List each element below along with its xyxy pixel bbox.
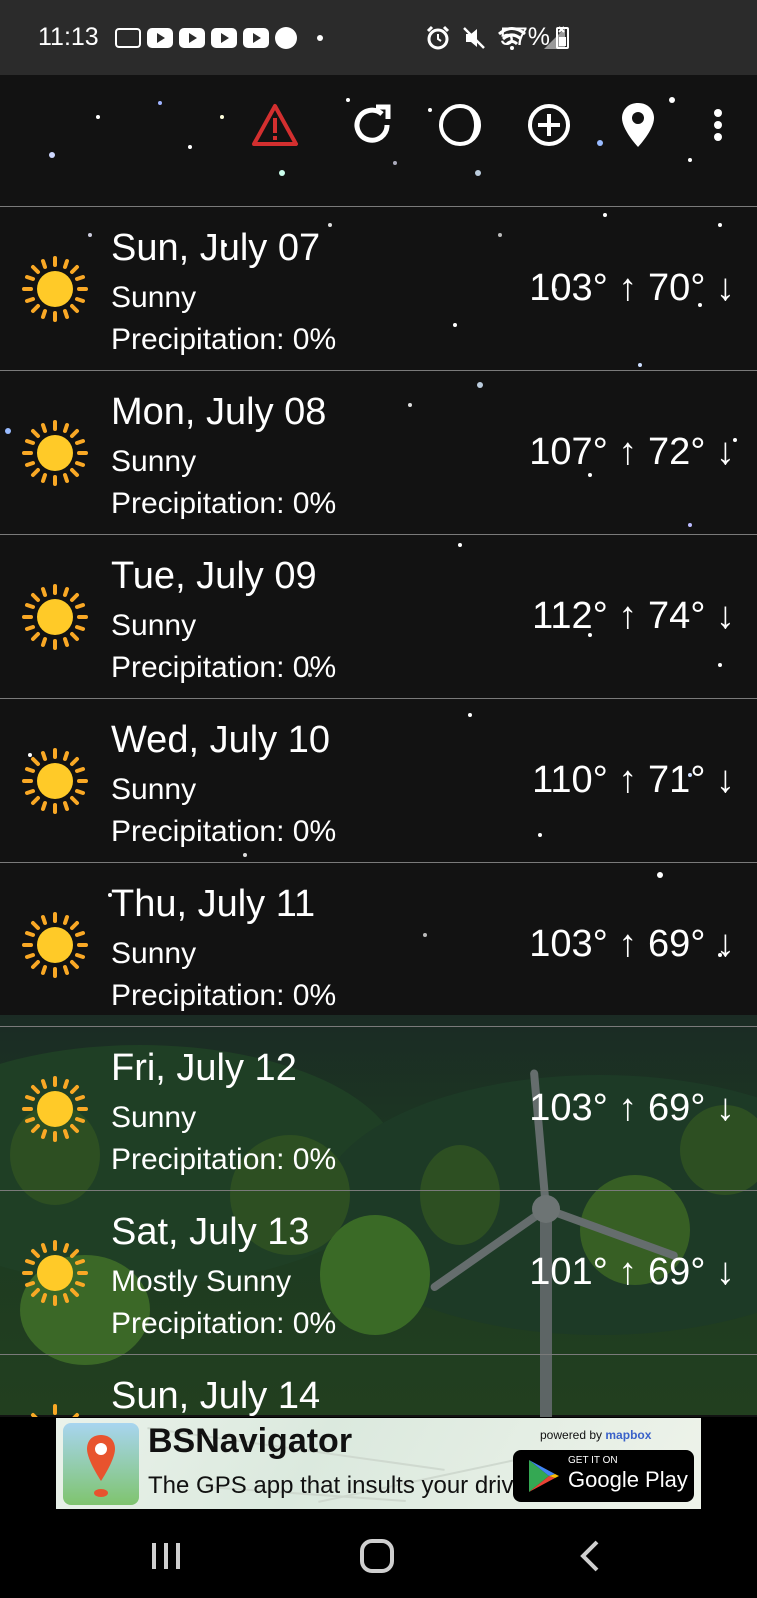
sunny-icon xyxy=(22,420,88,486)
moon-icon xyxy=(439,104,481,146)
battery-indicator: 57% xyxy=(500,23,570,52)
sunny-icon xyxy=(22,748,88,814)
sunny-icon xyxy=(22,1240,88,1306)
forecast-date: Wed, July 10 xyxy=(111,719,330,761)
message-notification-icon xyxy=(114,27,141,48)
forecast-high-low: 101° ↑ 69° ↓ xyxy=(529,1251,735,1293)
forecast-precipitation: Precipitation: 0% xyxy=(111,487,337,520)
google-play-icon xyxy=(529,1460,559,1492)
alarm-icon xyxy=(426,25,450,49)
forecast-list: Sun, July 07 Sunny Precipitation: 0% 103… xyxy=(0,206,757,1417)
location-pin-icon xyxy=(622,103,654,147)
sunny-icon xyxy=(31,1404,79,1417)
map-pin-logo-icon xyxy=(87,1435,115,1497)
battery-percent: 57% xyxy=(500,23,551,51)
back-icon xyxy=(580,1540,599,1572)
youtube-notification-icon xyxy=(210,27,237,48)
forecast-condition: Sunny xyxy=(111,281,197,314)
forecast-date: Sun, July 14 xyxy=(111,1375,321,1417)
forecast-precipitation: Precipitation: 0% xyxy=(111,815,337,848)
battery-icon xyxy=(556,26,570,49)
forecast-condition: Mostly Sunny xyxy=(111,1265,292,1298)
forecast-condition: Sunny xyxy=(111,445,197,478)
add-circle-icon xyxy=(528,104,570,146)
forecast-day-row[interactable]: Fri, July 12 Sunny Precipitation: 0% 103… xyxy=(0,1026,757,1190)
sunny-icon xyxy=(22,912,88,978)
forecast-precipitation: Precipitation: 0% xyxy=(111,1307,337,1340)
forecast-day-row[interactable]: Sun, July 14 xyxy=(0,1354,757,1417)
youtube-notification-icon xyxy=(178,27,205,48)
forecast-condition: Sunny xyxy=(111,773,197,806)
forecast-high-low: 107° ↑ 72° ↓ xyxy=(529,431,735,473)
store-badge-small-text: GET IT ON xyxy=(568,1455,618,1466)
more-vert-icon xyxy=(714,109,722,141)
moon-phase-button[interactable] xyxy=(432,97,488,153)
ad-title: BSNavigator xyxy=(148,1422,353,1460)
forecast-condition: Sunny xyxy=(111,609,197,642)
forecast-date: Sat, July 13 xyxy=(111,1211,310,1253)
forecast-precipitation: Precipitation: 0% xyxy=(111,1143,337,1176)
account-notification-icon xyxy=(274,26,297,49)
app-area: Sun, July 07 Sunny Precipitation: 0% 103… xyxy=(0,75,757,1417)
refresh-icon xyxy=(354,104,391,143)
sunny-icon xyxy=(22,1076,88,1142)
forecast-date: Thu, July 11 xyxy=(111,883,316,925)
forecast-condition: Sunny xyxy=(111,1101,197,1134)
forecast-day-row[interactable]: Sun, July 07 Sunny Precipitation: 0% 103… xyxy=(0,206,757,370)
forecast-high-low: 103° ↑ 69° ↓ xyxy=(529,923,735,965)
refresh-button[interactable] xyxy=(344,97,400,153)
ad-banner[interactable]: BSNavigator The GPS app that insults you… xyxy=(56,1418,701,1509)
status-bar: 11:13 57% xyxy=(0,0,757,75)
more-notifications-dot-icon xyxy=(316,34,323,41)
forecast-day-row[interactable]: Tue, July 09 Sunny Precipitation: 0% 112… xyxy=(0,534,757,698)
recent-apps-button[interactable] xyxy=(141,1533,191,1579)
forecast-high-low: 103° ↑ 70° ↓ xyxy=(529,267,735,309)
forecast-date: Sun, July 07 xyxy=(111,227,321,269)
forecast-date: Tue, July 09 xyxy=(111,555,317,597)
forecast-high-low: 112° ↑ 74° ↓ xyxy=(532,595,735,637)
youtube-notification-icon xyxy=(146,27,173,48)
sunny-icon xyxy=(22,584,88,650)
powered-by-label: powered by xyxy=(540,1428,603,1442)
youtube-notification-icon xyxy=(242,27,269,48)
warning-icon xyxy=(252,104,298,146)
forecast-precipitation: Precipitation: 0% xyxy=(111,651,337,684)
forecast-day-row[interactable]: Mon, July 08 Sunny Precipitation: 0% 107… xyxy=(0,370,757,534)
google-play-button[interactable]: GET IT ON Google Play xyxy=(513,1450,694,1502)
toolbar xyxy=(0,75,757,205)
store-badge-name: Google Play xyxy=(568,1467,688,1492)
forecast-high-low: 110° ↑ 71° ↓ xyxy=(532,759,735,801)
mute-icon xyxy=(463,26,485,49)
forecast-condition: Sunny xyxy=(111,937,197,970)
ad-subtitle: The GPS app that insults your driving. xyxy=(148,1472,553,1499)
forecast-date: Fri, July 12 xyxy=(111,1047,297,1089)
forecast-high-low: 103° ↑ 69° ↓ xyxy=(529,1087,735,1129)
home-icon xyxy=(360,1539,394,1573)
forecast-date: Mon, July 08 xyxy=(111,391,327,433)
bsnavigator-app-logo xyxy=(63,1423,139,1505)
forecast-day-row[interactable]: Wed, July 10 Sunny Precipitation: 0% 110… xyxy=(0,698,757,862)
sunny-icon xyxy=(22,256,88,322)
ad-powered-by: powered by mapbox xyxy=(540,1428,651,1442)
status-left: 11:13 xyxy=(38,23,323,52)
forecast-day-row[interactable]: Thu, July 11 Sunny Precipitation: 0% 103… xyxy=(0,862,757,1026)
weather-alert-button[interactable] xyxy=(247,97,303,153)
recent-apps-icon xyxy=(152,1543,180,1569)
mapbox-logo: mapbox xyxy=(605,1428,652,1442)
forecast-day-row[interactable]: Sat, July 13 Mostly Sunny Precipitation:… xyxy=(0,1190,757,1354)
status-time: 11:13 xyxy=(38,23,99,51)
forecast-precipitation: Precipitation: 0% xyxy=(111,979,337,1012)
forecast-precipitation: Precipitation: 0% xyxy=(111,323,337,356)
home-button[interactable] xyxy=(352,1533,402,1579)
location-button[interactable] xyxy=(610,97,666,153)
back-button[interactable] xyxy=(565,1533,615,1579)
add-location-button[interactable] xyxy=(521,97,577,153)
overflow-menu-button[interactable] xyxy=(690,97,746,153)
system-nav-bar xyxy=(0,1513,757,1598)
